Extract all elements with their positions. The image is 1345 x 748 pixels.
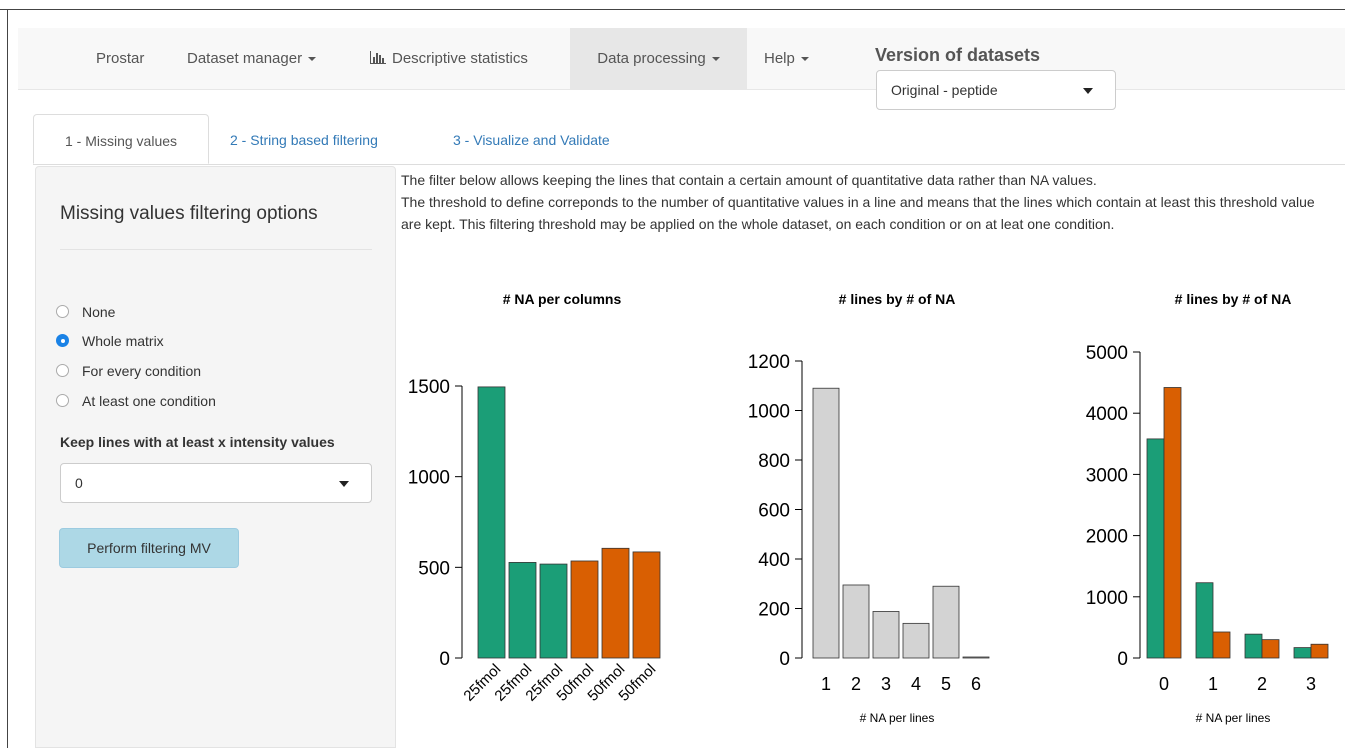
x-tick-label: 3 [881,674,891,694]
y-tick-label: 4000 [1086,404,1128,425]
y-tick-label: 1000 [1086,588,1128,609]
chart-title: # NA per columns [503,291,622,307]
y-tick-label: 1200 [748,352,790,373]
bar [1261,639,1280,659]
bar [812,387,840,659]
bar [1146,438,1165,659]
x-tick-label: 1 [821,674,831,694]
x-tick-label: 1 [1208,674,1218,694]
bar [1293,647,1312,659]
bar [902,622,930,659]
x-tick-label: 6 [971,674,981,694]
charts-area: # NA per columns05001000150025fmol25fmol… [408,291,1329,725]
x-tick-label: 2 [851,674,861,694]
chart-title: # lines by # of NA [1175,291,1292,307]
y-tick-label: 3000 [1086,465,1128,486]
y-tick-label: 200 [758,600,790,621]
bar [477,386,506,659]
bar [962,656,990,659]
y-tick-label: 0 [779,649,790,670]
y-tick-label: 5000 [1086,343,1128,364]
y-tick-label: 0 [439,649,450,670]
chart-3: # lines by # of NA 0 1000 2000 3000 4000 5000 0… [1086,291,1329,725]
y-tick-label: 500 [418,558,450,579]
bar [1212,631,1231,659]
bar [570,560,599,659]
y-tick-label: 1000 [408,468,450,489]
bar [632,551,661,659]
bar [872,611,900,659]
y-tick-label: 2000 [1086,527,1128,548]
x-axis-label: # NA per lines [860,711,935,725]
bar [1310,643,1329,659]
bar [1195,582,1214,659]
x-tick-label: 2 [1257,674,1267,694]
bar [1244,633,1263,659]
y-tick-label: 1500 [408,377,450,398]
y-tick-label: 1000 [748,402,790,423]
chart-2: # lines by # of NA 0 200 400 600 800 1000 1200 1… [748,291,990,725]
bar [1163,387,1182,659]
bar [842,584,870,659]
y-tick-label: 400 [758,550,790,571]
chart-title: # lines by # of NA [839,291,956,307]
x-tick-label: 4 [911,674,921,694]
y-tick-label: 600 [758,501,790,522]
x-axis-label: # NA per lines [1196,711,1271,725]
x-tick-label: 3 [1306,674,1316,694]
x-tick-label: 0 [1159,674,1169,694]
bar [508,562,537,659]
bar [539,563,568,659]
chart-1: # NA per columns05001000150025fmol25fmol… [408,291,661,705]
y-tick-label: 800 [758,451,790,472]
bar [601,547,630,659]
bar [932,585,960,659]
y-tick-label: 0 [1117,649,1128,670]
x-tick-label: 5 [941,674,951,694]
